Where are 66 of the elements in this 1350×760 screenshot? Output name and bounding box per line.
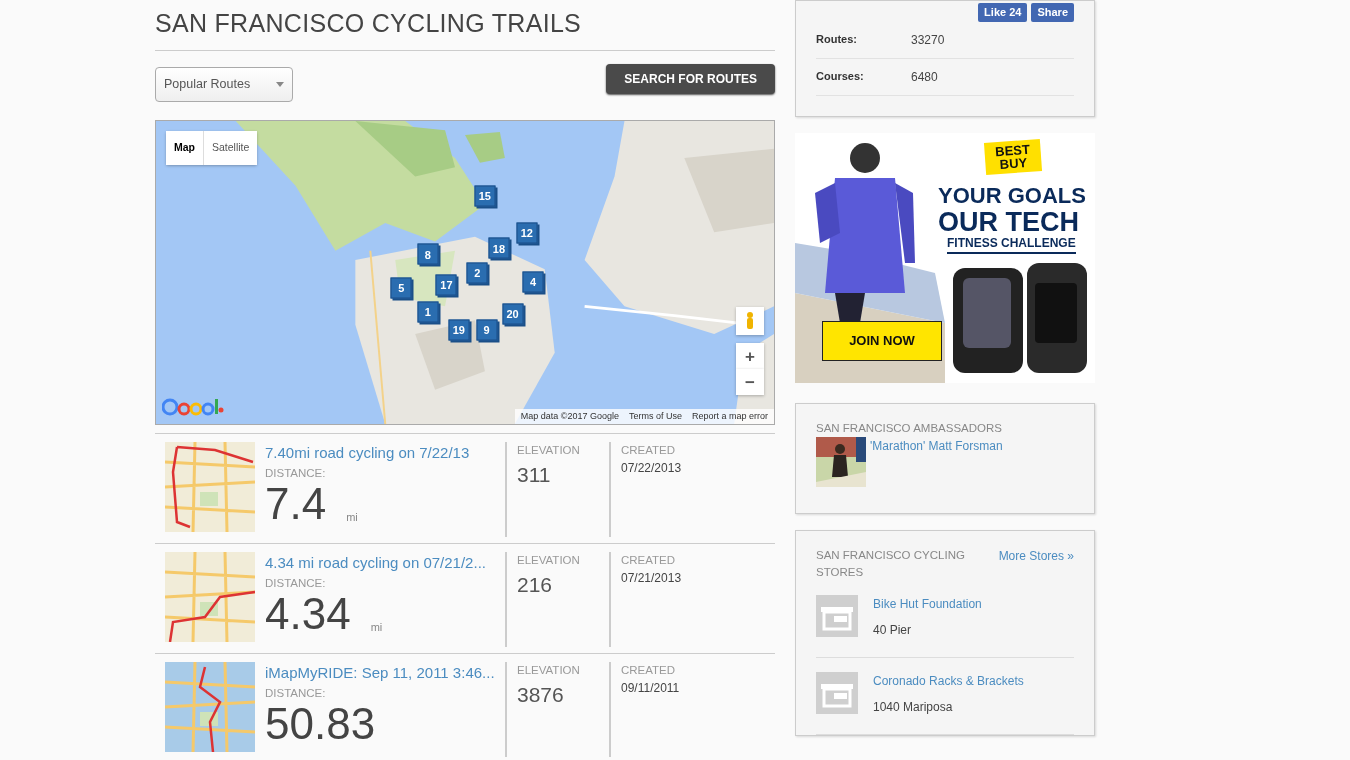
distance-unit: mi bbox=[346, 510, 358, 526]
created-label: CREATED bbox=[621, 553, 677, 568]
elevation-label: ELEVATION bbox=[517, 663, 581, 678]
join-now-button[interactable]: JOIN NOW bbox=[822, 320, 942, 361]
more-stores-link[interactable]: More Stores » bbox=[998, 546, 1074, 582]
store-link[interactable]: Coronado Racks & Brackets bbox=[873, 672, 1024, 691]
ad-headline: YOUR GOALS bbox=[938, 184, 1086, 207]
created-date: 07/21/2013 bbox=[621, 570, 682, 588]
store-address: 1040 Mariposa bbox=[873, 699, 954, 717]
map-type-tab[interactable]: Satellite bbox=[203, 131, 258, 165]
distance-value: 50.83 bbox=[265, 701, 376, 746]
route-title-link[interactable]: iMapMyRIDE: Sep 11, 2011 3:46... bbox=[265, 662, 495, 685]
distance-label: DISTANCE: bbox=[265, 575, 327, 591]
map-marker[interactable]: 12 bbox=[516, 222, 538, 244]
created-date: 07/22/2013 bbox=[621, 460, 682, 478]
ad-headline: OUR TECH bbox=[938, 208, 1079, 236]
route-filter-dropdown[interactable]: Popular Routes bbox=[155, 67, 293, 102]
section-heading: SAN FRANCISCO AMBASSADORS bbox=[816, 420, 1003, 436]
elevation-value: 216 bbox=[517, 572, 554, 599]
store-icon bbox=[816, 672, 858, 715]
page-title: SAN FRANCISCO CYCLING TRAILS bbox=[155, 8, 775, 51]
map-marker[interactable]: 18 bbox=[488, 237, 510, 259]
store-address: 40 Pier bbox=[873, 622, 913, 640]
zoom-out-button[interactable]: − bbox=[736, 369, 764, 395]
caret-icon bbox=[276, 82, 284, 87]
route-title-link[interactable]: 7.40mi road cycling on 7/22/13 bbox=[265, 442, 470, 465]
elevation-value: 311 bbox=[517, 462, 552, 489]
distance-value: 4.34 bbox=[265, 591, 351, 636]
terms-link[interactable]: Terms of Use bbox=[628, 409, 682, 423]
distance-label: DISTANCE: bbox=[265, 685, 327, 701]
search-button[interactable]: SEARCH FOR ROUTES bbox=[606, 64, 775, 94]
map-attribution: Map data ©2017 Google bbox=[520, 409, 619, 423]
created-date: 09/11/2011 bbox=[621, 680, 680, 698]
map-marker[interactable]: 17 bbox=[435, 274, 457, 296]
stat-label: Courses: bbox=[816, 68, 865, 84]
route-title-link[interactable]: 4.34 mi road cycling on 07/21/2... bbox=[265, 552, 486, 575]
map-marker[interactable]: 5 bbox=[390, 277, 412, 299]
elevation-value: 3876 bbox=[517, 682, 565, 709]
created-label: CREATED bbox=[621, 663, 677, 678]
map-marker[interactable]: 20 bbox=[502, 303, 524, 325]
store-icon bbox=[816, 595, 858, 638]
elevation-label: ELEVATION bbox=[517, 553, 581, 568]
zoom-in-button[interactable]: + bbox=[736, 343, 764, 369]
map-marker[interactable]: 15 bbox=[474, 185, 496, 207]
store-link[interactable]: Bike Hut Foundation bbox=[873, 595, 982, 614]
stat-value: 6480 bbox=[911, 68, 938, 86]
section-heading: SAN FRANCISCO CYCLING STORES bbox=[816, 547, 966, 580]
stat-label: Routes: bbox=[816, 31, 858, 47]
report-link[interactable]: Report a map error bbox=[691, 409, 768, 423]
map-marker[interactable]: 19 bbox=[448, 319, 470, 341]
distance-label: DISTANCE: bbox=[265, 465, 327, 481]
share-button[interactable]: Share bbox=[1031, 3, 1074, 22]
map-marker[interactable]: 9 bbox=[476, 319, 498, 341]
map-marker[interactable]: 8 bbox=[417, 243, 439, 265]
map-type-tab[interactable]: Map bbox=[166, 131, 203, 165]
ambassador-link[interactable]: 'Marathon' Matt Forsman bbox=[870, 436, 1003, 487]
map-marker[interactable]: 1 bbox=[417, 301, 439, 323]
like-button[interactable]: Like 24 bbox=[978, 3, 1028, 22]
stat-value: 33270 bbox=[911, 31, 945, 49]
distance-value: 7.4 bbox=[265, 481, 327, 526]
map-marker[interactable]: 2 bbox=[466, 262, 488, 283]
elevation-label: ELEVATION bbox=[517, 443, 581, 458]
ad-subheadline: FITNESS CHALLENGE bbox=[947, 233, 1076, 254]
map-marker[interactable]: 4 bbox=[522, 271, 544, 293]
distance-unit: mi bbox=[370, 620, 383, 636]
created-label: CREATED bbox=[621, 443, 677, 458]
